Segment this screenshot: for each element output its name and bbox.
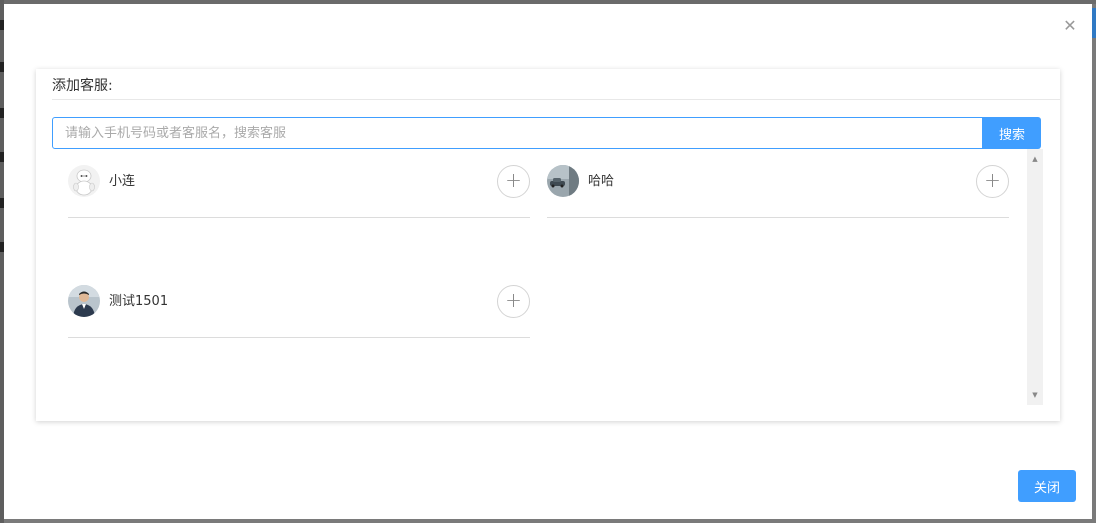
plus-icon: + [505,288,522,312]
list-item: 哈哈 + [547,149,1009,218]
avatar [68,165,100,197]
person-photo-avatar-icon [68,285,100,317]
add-agent-button[interactable]: + [497,165,530,198]
agent-list: 小连 + 哈哈 + 测试1501 + ▲ ▼ [52,149,1043,405]
avatar [547,165,579,197]
car-photo-avatar-icon [547,165,579,197]
list-item: 测试1501 + [68,269,530,338]
agent-name: 小连 [109,174,136,189]
scroll-down-icon[interactable]: ▼ [1027,388,1043,402]
search-input[interactable] [52,117,983,149]
search-button[interactable]: 搜索 [983,117,1041,149]
agent-name: 测试1501 [109,294,169,309]
panel-title: 添加客服: [52,78,113,94]
avatar [68,285,100,317]
add-agent-button[interactable]: + [497,285,530,318]
close-icon[interactable]: ✕ [1062,18,1078,34]
add-agent-button[interactable]: + [976,165,1009,198]
panel-header: 添加客服: [52,69,1060,100]
list-scrollbar[interactable]: ▲ ▼ [1027,149,1043,405]
close-button[interactable]: 关闭 [1018,470,1076,502]
add-agent-panel: 添加客服: 搜索 [36,69,1060,421]
add-agent-dialog: ✕ 添加客服: 搜索 [4,4,1092,519]
search-bar: 搜索 [52,117,1041,149]
robot-avatar-icon [68,165,100,197]
backdrop-accent [1092,8,1096,38]
plus-icon: + [505,168,522,192]
plus-icon: + [984,168,1001,192]
list-item: 小连 + [68,149,530,218]
scroll-up-icon[interactable]: ▲ [1027,152,1043,166]
agent-name: 哈哈 [588,174,615,189]
